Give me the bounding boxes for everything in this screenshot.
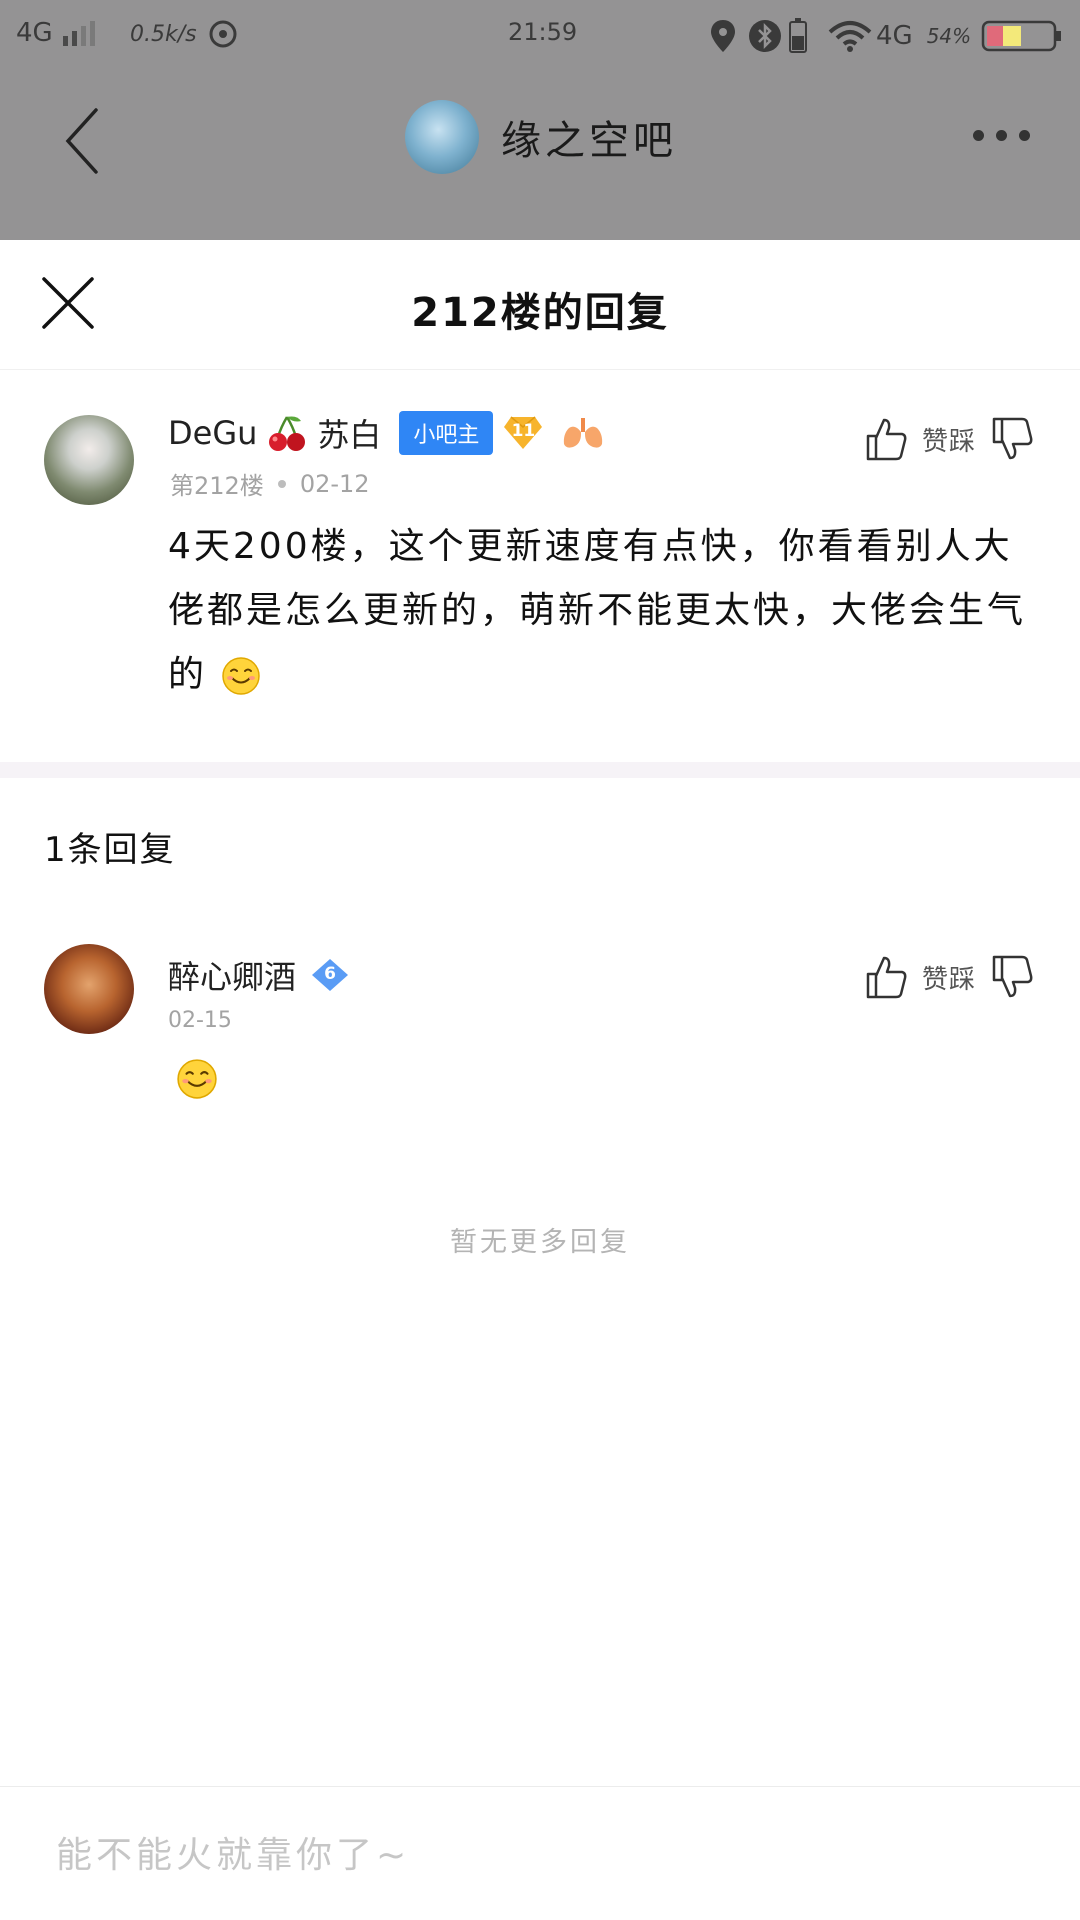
clock: 21:59: [508, 18, 577, 46]
cherry-icon: [269, 416, 306, 451]
forum-avatar: [405, 100, 479, 174]
post-vote-group: 赞踩: [864, 416, 1034, 462]
reply-author-row: 醉心卿酒 6: [168, 952, 350, 998]
reply-avatar[interactable]: [44, 944, 134, 1034]
author-row: DeGu 苏白 小吧主 11: [168, 410, 605, 456]
reply-author-name[interactable]: 醉心卿酒: [168, 952, 296, 998]
signal-bars-icon: [62, 21, 95, 46]
chevron-left-icon: [65, 108, 98, 174]
author-name-suffix: 苏白: [317, 416, 382, 454]
location-icon: [711, 20, 735, 52]
reply-sheet: 212楼的回复 DeGu 苏白 小吧主 11 第212楼 02-12 赞踩 4天…: [0, 240, 1080, 1920]
section-divider: [0, 762, 1080, 778]
moderator-badge: 小吧主: [399, 411, 494, 455]
lungs-icon: [564, 418, 603, 448]
floor-number: 第212楼: [170, 472, 264, 500]
reply-vote-group: 赞踩: [864, 954, 1034, 1000]
status-icons-right: 4G 54%: [708, 18, 1063, 54]
more-button[interactable]: [973, 130, 1030, 141]
reply-count: 1条回复: [44, 830, 176, 870]
no-more-replies: 暂无更多回复: [450, 1227, 630, 1258]
level-number: 11: [511, 421, 536, 441]
network-indicator-left: 4G: [16, 18, 101, 48]
reply-item: 醉心卿酒 6 02-15 赞踩: [0, 940, 1080, 1170]
more-dot: [1019, 130, 1030, 141]
forum-title: 缘之空吧: [501, 118, 677, 164]
post-content: 4天200楼，这个更新速度有点快，你看看别人大佬都是怎么更新的，萌新不能更太快，…: [168, 515, 1038, 707]
forum-header[interactable]: 缘之空吧: [405, 100, 677, 174]
reply-input[interactable]: [56, 1825, 1016, 1885]
vote-label: 赞踩: [921, 426, 976, 457]
battery-icon: [981, 20, 1062, 52]
netease-music-icon: [209, 20, 237, 48]
battery-percent-text: 54%: [926, 24, 972, 48]
meta-separator: [277, 479, 286, 488]
background-page-overlay[interactable]: 4G 0.5k/s 21:59 4G 54% 缘之空吧: [0, 0, 1080, 240]
level-badge: 11: [503, 415, 543, 451]
wifi-icon: [828, 21, 872, 52]
network-type-left: 4G: [16, 18, 53, 48]
back-button[interactable]: [62, 106, 122, 176]
floor-post: DeGu 苏白 小吧主 11 第212楼 02-12 赞踩 4天200楼，这个更…: [0, 370, 1080, 760]
reply-date: 02-15: [168, 1008, 232, 1033]
thumbs-down-icon[interactable]: [990, 954, 1034, 1000]
bluetooth-icon: [749, 20, 781, 52]
vote-label: 赞踩: [921, 964, 976, 995]
clock-text: 21:59: [508, 18, 578, 46]
thumbs-down-icon[interactable]: [990, 416, 1034, 462]
reply-level-number: 6: [324, 964, 336, 984]
post-content-text: 4天200楼，这个更新速度有点快，你看看别人大佬都是怎么更新的，萌新不能更太快，…: [168, 526, 1027, 695]
sheet-title: 212楼的回复: [411, 290, 669, 336]
forum-top-bar: 缘之空吧: [0, 80, 1080, 200]
smile-emoji-icon: [222, 657, 261, 695]
thumbs-up-icon[interactable]: [864, 954, 908, 1000]
smile-emoji-icon: [177, 1059, 217, 1099]
author-avatar[interactable]: [44, 415, 134, 505]
sheet-header: 212楼的回复: [0, 240, 1080, 370]
thumbs-up-icon[interactable]: [864, 416, 908, 462]
battery-small-icon: [789, 18, 807, 53]
net-speed: 0.5k/s: [130, 18, 239, 50]
net-speed-text: 0.5k/s: [130, 21, 197, 47]
reply-level-badge: 6: [310, 957, 350, 993]
status-bar: 4G 0.5k/s 21:59 4G 54%: [0, 0, 1080, 72]
post-meta: 第212楼 02-12: [170, 466, 370, 501]
author-name[interactable]: DeGu: [168, 414, 257, 452]
network-type-right: 4G: [876, 21, 913, 51]
more-dot: [996, 130, 1007, 141]
post-date: 02-12: [299, 469, 370, 498]
reply-input-bar: [0, 1786, 1080, 1920]
more-dot: [973, 130, 984, 141]
